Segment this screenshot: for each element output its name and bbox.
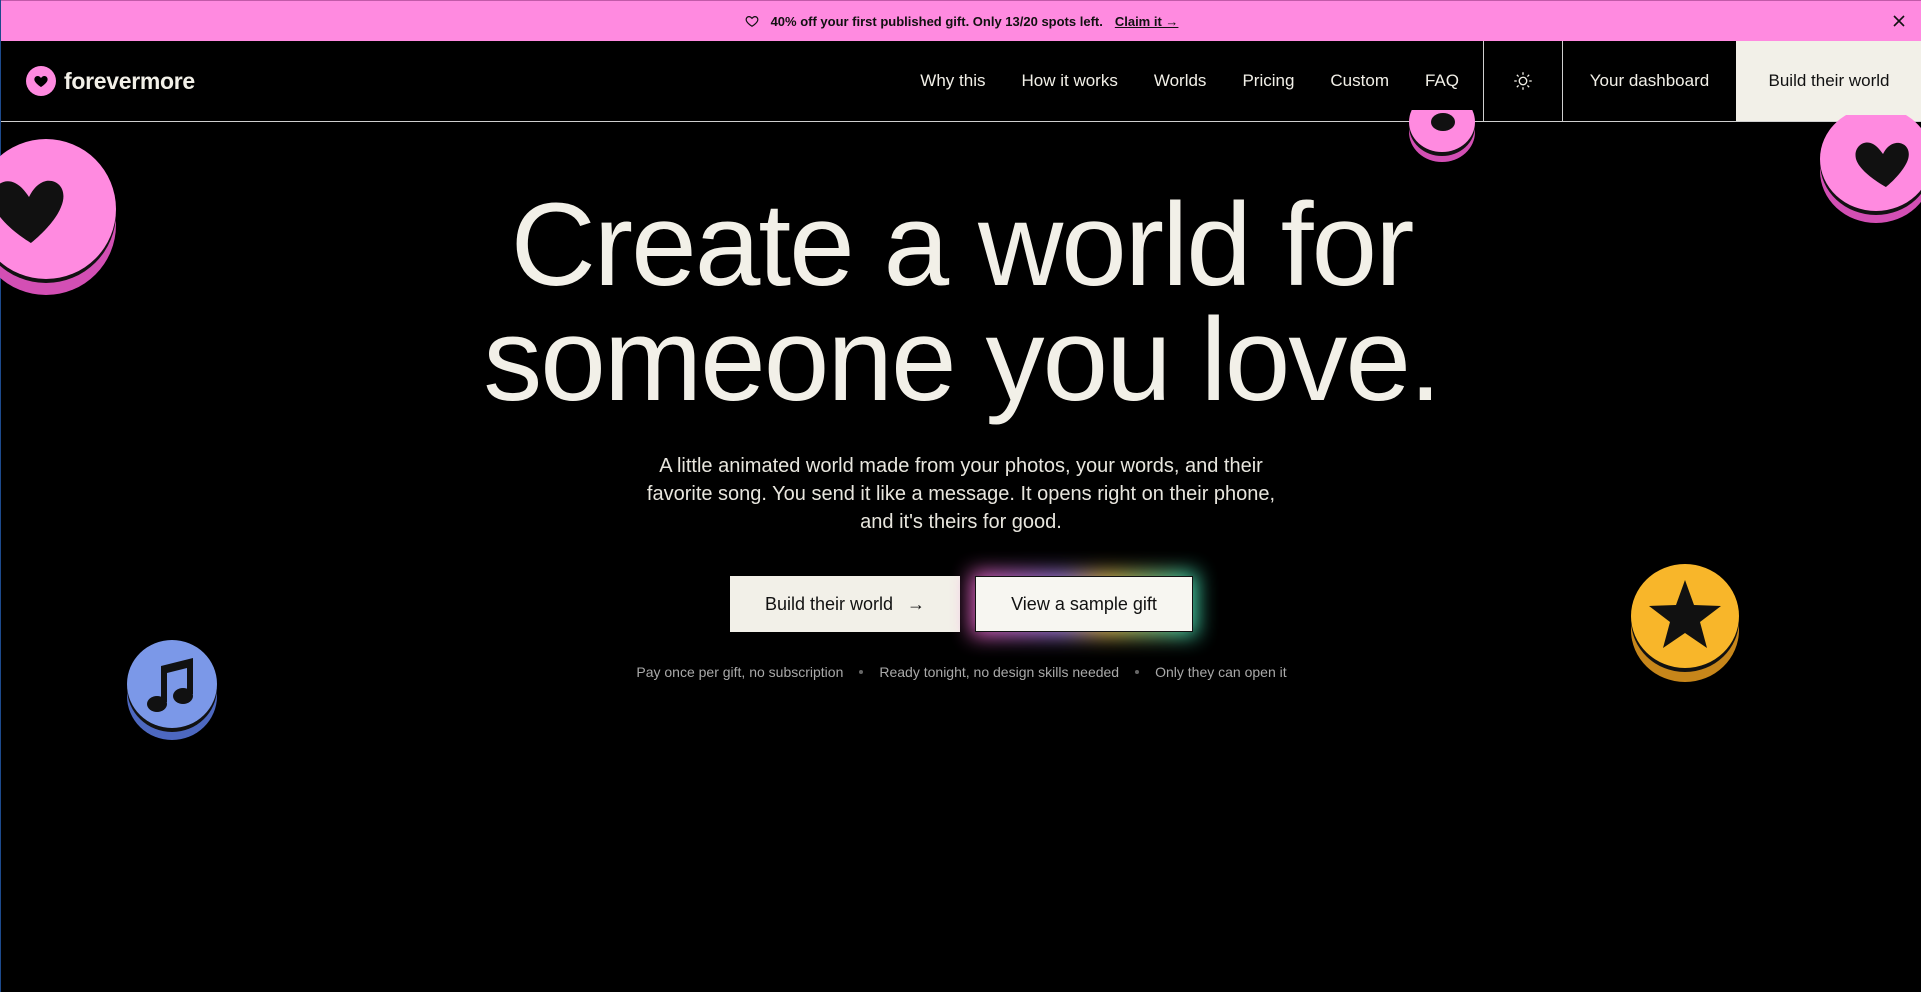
your-dashboard-link[interactable]: Your dashboard [1563,41,1736,121]
music-coin [127,640,217,740]
close-icon [1893,15,1905,27]
small-heart-coin [1409,110,1475,162]
cta-row: Build their world → View a sample gift [1,572,1921,636]
site-header: forevermore Why this How it works Worlds… [1,41,1921,122]
build-their-world-nav-button[interactable]: Build their world [1736,41,1921,121]
heart-outline-icon [745,16,758,27]
heart-logo-icon [26,66,56,96]
separator-dot [1135,670,1140,674]
close-banner-button[interactable] [1890,12,1908,30]
sun-icon [1514,72,1532,90]
hero-subtitle: A little animated world made from your p… [646,455,1276,533]
claim-offer-link[interactable]: Claim it → [1115,14,1179,29]
hero-title: Create a world for someone you love. [1,186,1921,419]
sample-gift-button-wrap: View a sample gift [971,572,1197,636]
theme-toggle-button[interactable] [1483,41,1563,121]
arrow-right-icon: → [907,593,926,614]
view-sample-gift-button[interactable]: View a sample gift [975,576,1193,632]
hero-title-line-2: someone you love. [483,294,1441,426]
hero-title-line-1: Create a world for [510,179,1415,311]
logo-text: forevermore [64,67,195,94]
logo[interactable]: forevermore [1,41,195,121]
perks-row: Pay once per gift, no subscription Ready… [1,664,1921,680]
separator-dot [859,670,864,674]
main-nav: Why this How it works Worlds Pricing Cus… [920,41,1483,121]
nav-why-this[interactable]: Why this [920,71,985,91]
nav-custom[interactable]: Custom [1330,71,1389,91]
perk-item: Only they can open it [1155,664,1287,680]
nav-pricing[interactable]: Pricing [1242,71,1294,91]
build-their-world-button[interactable]: Build their world → [730,576,960,632]
promo-banner: 40% off your first published gift. Only … [1,0,1921,41]
nav-faq[interactable]: FAQ [1425,71,1459,91]
nav-how-it-works[interactable]: How it works [1021,71,1117,91]
promo-message: 40% off your first published gift. Only … [770,13,1103,29]
perk-item: Pay once per gift, no subscription [636,664,844,680]
build-their-world-label: Build their world [764,593,894,614]
perk-item: Ready tonight, no design skills needed [879,664,1120,680]
nav-worlds[interactable]: Worlds [1154,71,1207,91]
